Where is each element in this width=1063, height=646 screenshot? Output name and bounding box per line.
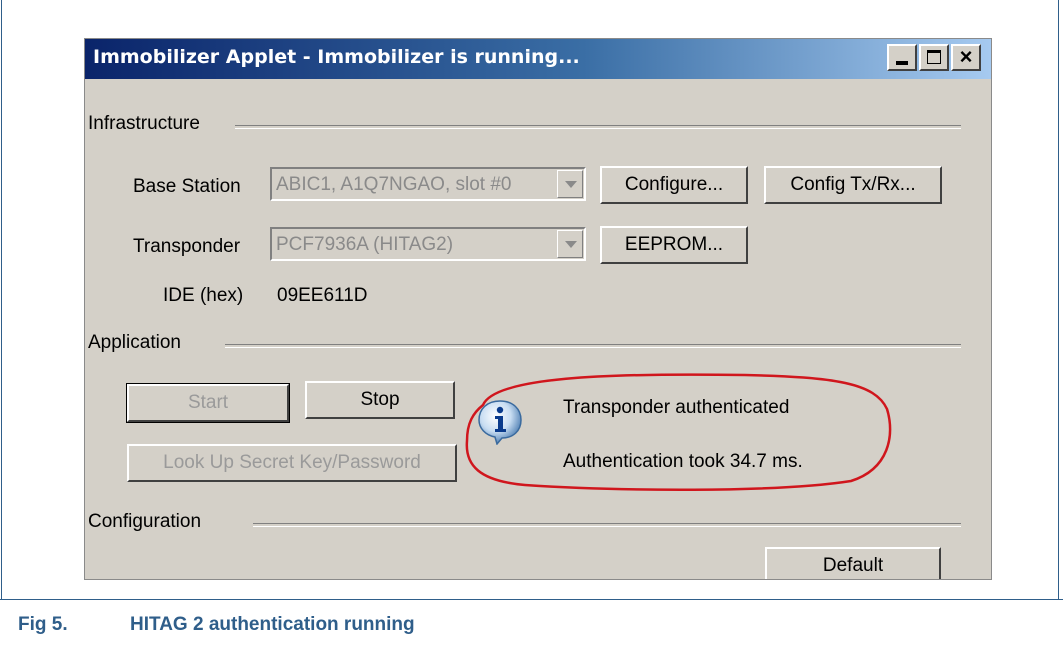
transponder-label: Transponder (133, 236, 241, 257)
window-title: Immobilizer Applet - Immobilizer is runn… (93, 46, 580, 68)
figure-number: Fig 5. (18, 614, 68, 635)
immobilizer-window: Immobilizer Applet - Immobilizer is runn… (84, 38, 992, 580)
transponder-value: PCF7936A (HITAG2) (276, 234, 454, 255)
minimize-icon (896, 61, 908, 65)
status-message-duration: Authentication took 34.7 ms. (563, 451, 803, 472)
ide-value: 09EE611D (277, 285, 368, 306)
infrastructure-divider (235, 125, 961, 129)
info-icon (478, 400, 522, 445)
lookup-secret-key-button[interactable]: Look Up Secret Key/Password (127, 444, 457, 482)
configuration-divider (253, 523, 961, 527)
configure-button[interactable]: Configure... (600, 166, 748, 204)
close-icon: × (959, 44, 973, 69)
application-section-label: Application (88, 332, 189, 354)
base-station-select[interactable]: ABIC1, A1Q7NGAO, slot #0 (270, 167, 586, 201)
eeprom-button[interactable]: EEPROM... (600, 226, 748, 264)
infrastructure-section-label: Infrastructure (88, 113, 208, 135)
base-station-label: Base Station (133, 176, 241, 197)
base-station-value: ABIC1, A1Q7NGAO, slot #0 (276, 174, 512, 195)
application-divider (225, 344, 961, 348)
maximize-icon (927, 50, 941, 64)
config-txrx-button[interactable]: Config Tx/Rx... (764, 166, 942, 204)
start-button[interactable]: Start (126, 383, 290, 423)
ide-label: IDE (hex) (163, 285, 244, 306)
transponder-dropdown-icon[interactable] (557, 230, 583, 258)
page-bottom-rule (0, 599, 1063, 600)
configuration-section-label: Configuration (88, 511, 210, 533)
maximize-button[interactable] (919, 44, 949, 71)
close-button[interactable]: × (951, 44, 981, 71)
stop-button[interactable]: Stop (305, 381, 455, 419)
title-bar[interactable]: Immobilizer Applet - Immobilizer is runn… (85, 39, 991, 79)
figure-title: HITAG 2 authentication running (130, 614, 415, 635)
transponder-select[interactable]: PCF7936A (HITAG2) (270, 227, 586, 261)
status-message-authenticated: Transponder authenticated (563, 397, 790, 418)
default-button[interactable]: Default (765, 547, 941, 579)
minimize-button[interactable] (887, 44, 917, 71)
figure-caption: Fig 5. HITAG 2 authentication running (18, 614, 415, 636)
base-station-dropdown-icon[interactable] (557, 170, 583, 198)
